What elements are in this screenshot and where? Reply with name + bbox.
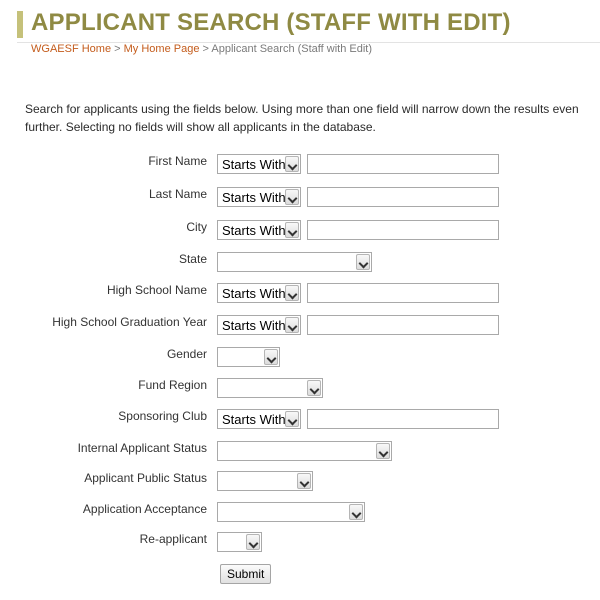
reapplicant-row: Re-applicant	[0, 532, 600, 556]
select-value: Starts With	[222, 412, 286, 427]
acceptance-select[interactable]	[217, 502, 365, 522]
chevron-down-icon	[297, 473, 311, 489]
page-header: APPLICANT SEARCH (STAFF WITH EDIT)	[0, 5, 600, 43]
hs-grad-year-mode-select[interactable]: Starts With	[217, 315, 301, 335]
select-value: Starts With	[222, 223, 286, 238]
public-status-row: Applicant Public Status	[0, 471, 600, 495]
reapplicant-select[interactable]	[217, 532, 262, 552]
gender-select[interactable]	[217, 347, 280, 367]
fund-region-label: Fund Region	[138, 378, 207, 392]
select-value: Starts With	[222, 190, 286, 205]
city-mode-select[interactable]: Starts With	[217, 220, 301, 240]
chevron-down-icon	[285, 189, 299, 205]
chevron-down-icon	[356, 254, 370, 270]
chevron-down-icon	[285, 222, 299, 238]
select-value: Starts With	[222, 318, 286, 333]
chevron-down-icon	[285, 411, 299, 427]
hs-grad-year-label: High School Graduation Year	[52, 315, 207, 329]
select-value: Starts With	[222, 286, 286, 301]
sponsoring-club-mode-select[interactable]: Starts With	[217, 409, 301, 429]
fund-region-row: Fund Region	[0, 378, 600, 402]
sponsoring-club-label: Sponsoring Club	[118, 409, 207, 423]
breadcrumb: WGAESF Home > My Home Page > Applicant S…	[31, 43, 372, 55]
gender-row: Gender	[0, 347, 600, 371]
chevron-down-icon	[285, 317, 299, 333]
state-select[interactable]	[217, 252, 372, 272]
first-name-input[interactable]	[307, 154, 499, 174]
chevron-down-icon	[285, 285, 299, 301]
breadcrumb-separator: >	[114, 43, 121, 55]
city-label: City	[186, 220, 207, 234]
breadcrumb-my-home-link[interactable]: My Home Page	[124, 43, 200, 55]
breadcrumb-current: Applicant Search (Staff with Edit)	[211, 43, 373, 55]
first-name-row: First Name Starts With	[0, 154, 600, 178]
high-school-name-row: High School Name Starts With	[0, 283, 600, 307]
chevron-down-icon	[307, 380, 321, 396]
chevron-down-icon	[376, 443, 390, 459]
high-school-name-mode-select[interactable]: Starts With	[217, 283, 301, 303]
hs-grad-year-input[interactable]	[307, 315, 499, 335]
public-status-label: Applicant Public Status	[84, 471, 207, 485]
first-name-label: First Name	[148, 154, 207, 168]
last-name-mode-select[interactable]: Starts With	[217, 187, 301, 207]
city-input[interactable]	[307, 220, 499, 240]
header-accent-bar	[17, 11, 23, 38]
state-row: State	[0, 252, 600, 276]
internal-status-select[interactable]	[217, 441, 392, 461]
select-value: Starts With	[222, 157, 286, 172]
first-name-mode-select[interactable]: Starts With	[217, 154, 301, 174]
submit-button[interactable]: Submit	[220, 564, 272, 584]
city-row: City Starts With	[0, 220, 600, 244]
breadcrumb-separator: >	[202, 43, 209, 55]
gender-label: Gender	[166, 347, 207, 361]
breadcrumb-home-link[interactable]: WGAESF Home	[31, 43, 111, 55]
sponsoring-club-input[interactable]	[307, 409, 499, 429]
hs-grad-year-row: High School Graduation Year Starts With	[0, 315, 600, 339]
chevron-down-icon	[349, 504, 363, 520]
last-name-label: Last Name	[148, 187, 207, 201]
page-title: APPLICANT SEARCH (STAFF WITH EDIT)	[31, 9, 511, 36]
chevron-down-icon	[264, 349, 278, 365]
chevron-down-icon	[246, 534, 260, 550]
acceptance-label: Application Acceptance	[82, 502, 207, 516]
acceptance-row: Application Acceptance	[0, 502, 600, 526]
chevron-down-icon	[285, 156, 299, 172]
reapplicant-label: Re-applicant	[139, 532, 207, 546]
high-school-name-input[interactable]	[307, 283, 499, 303]
high-school-name-label: High School Name	[106, 283, 207, 297]
intro-text: Search for applicants using the fields b…	[25, 102, 579, 134]
last-name-row: Last Name Starts With	[0, 187, 600, 211]
last-name-input[interactable]	[307, 187, 499, 207]
state-label: State	[178, 252, 207, 266]
fund-region-select[interactable]	[217, 378, 323, 398]
internal-status-label: Internal Applicant Status	[77, 441, 207, 455]
sponsoring-club-row: Sponsoring Club Starts With	[0, 409, 600, 433]
internal-status-row: Internal Applicant Status	[0, 441, 600, 465]
public-status-select[interactable]	[217, 471, 313, 491]
